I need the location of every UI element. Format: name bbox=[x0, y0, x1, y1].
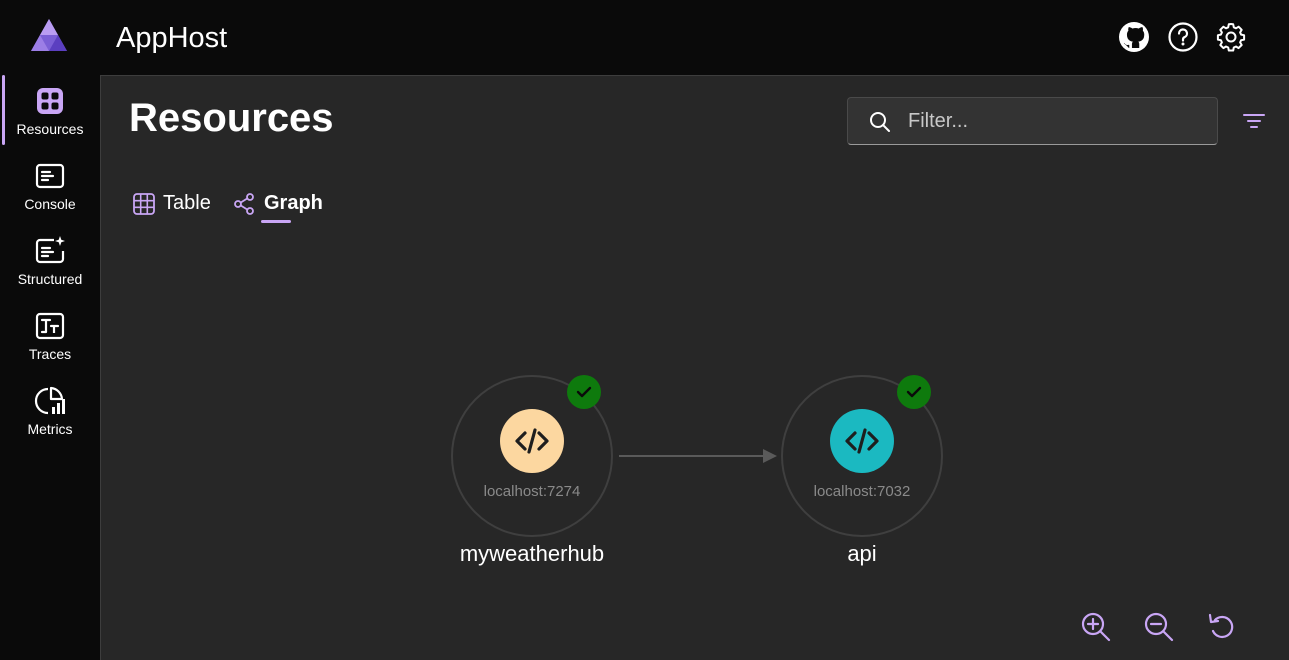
graph-edge bbox=[619, 449, 777, 463]
code-icon bbox=[830, 409, 894, 473]
console-icon bbox=[34, 160, 66, 192]
help-icon[interactable] bbox=[1167, 21, 1199, 53]
sidebar-item-label: Resources bbox=[16, 121, 84, 137]
graph-node-api[interactable]: localhost:7032 bbox=[781, 375, 943, 537]
app-title: AppHost bbox=[116, 22, 228, 54]
sidebar-item-resources[interactable]: Resources bbox=[0, 75, 100, 149]
node-endpoint: localhost:7274 bbox=[483, 483, 581, 500]
sidebar-item-label: Structured bbox=[17, 271, 83, 287]
node-name: api bbox=[847, 541, 877, 566]
sidebar-item-label: Console bbox=[24, 196, 76, 212]
zoom-in-icon[interactable] bbox=[1080, 611, 1112, 643]
checkmark-icon bbox=[567, 375, 601, 409]
sidebar-item-traces[interactable]: Traces bbox=[0, 300, 100, 374]
top-header: AppHost bbox=[0, 0, 1289, 75]
resource-graph: localhost:7274 myweatherhub localhost:70… bbox=[101, 76, 1289, 660]
sidebar-item-console[interactable]: Console bbox=[0, 150, 100, 224]
aspire-logo-icon[interactable] bbox=[29, 17, 69, 55]
sidebar-item-structured[interactable]: Structured bbox=[0, 225, 100, 299]
resources-icon bbox=[34, 85, 66, 117]
node-name: myweatherhub bbox=[459, 541, 605, 566]
reset-view-icon[interactable] bbox=[1206, 611, 1238, 643]
settings-icon[interactable] bbox=[1215, 21, 1247, 53]
sidebar-item-metrics[interactable]: Metrics bbox=[0, 375, 100, 449]
node-endpoint: localhost:7032 bbox=[813, 483, 911, 500]
sidebar: Resources Console Structured Traces Metr… bbox=[0, 75, 100, 660]
structured-icon bbox=[34, 235, 66, 267]
checkmark-icon bbox=[897, 375, 931, 409]
github-icon[interactable] bbox=[1118, 21, 1150, 53]
sidebar-item-label: Metrics bbox=[27, 421, 73, 437]
sidebar-item-label: Traces bbox=[28, 346, 72, 362]
graph-node-myweatherhub[interactable]: localhost:7274 bbox=[451, 375, 613, 537]
main-content: Resources Table bbox=[100, 75, 1289, 660]
metrics-icon bbox=[34, 385, 66, 417]
app-window: AppHost Resources Console Structured Tra… bbox=[0, 0, 1289, 660]
code-icon bbox=[500, 409, 564, 473]
zoom-out-icon[interactable] bbox=[1143, 611, 1175, 643]
traces-icon bbox=[34, 310, 66, 342]
